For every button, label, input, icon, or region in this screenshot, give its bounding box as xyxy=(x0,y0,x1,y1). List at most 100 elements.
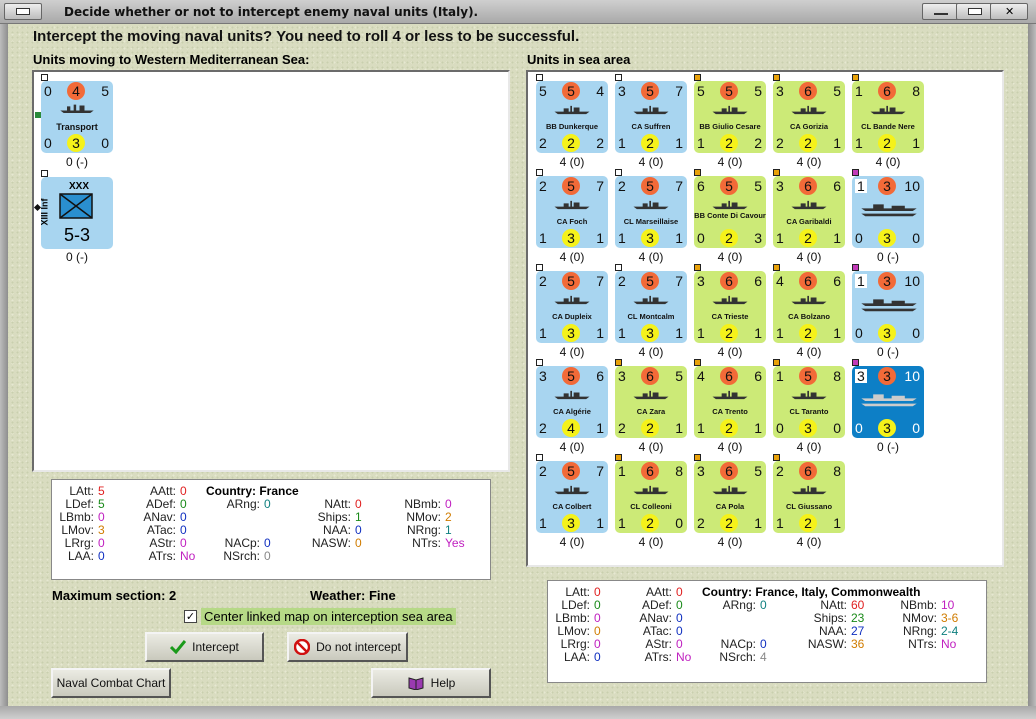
close-button[interactable]: ✕ xyxy=(990,3,1028,20)
defense-value: 3 xyxy=(641,229,659,247)
naval-unit-counter[interactable]: 1 3 10 0 3 0 xyxy=(852,169,924,248)
naval-unit-counter[interactable]: 6 5 5 BB Conte Di Cavour 0 2 3 xyxy=(694,169,766,248)
attack-value: 5 xyxy=(641,272,659,290)
defense-value: 2 xyxy=(720,419,738,437)
naval-unit-counter[interactable]: 3 3 10 0 3 0 xyxy=(852,359,924,438)
naval-unit-counter[interactable]: 3 6 5 CA Zara 2 2 1 xyxy=(615,359,687,438)
counter-bottom-right: 0 xyxy=(833,420,841,436)
naval-unit-counter[interactable]: 4 6 6 CA Bolzano 1 2 1 xyxy=(773,264,845,343)
unit-caption: 4 (0) xyxy=(796,345,822,359)
unit-caption: 4 (0) xyxy=(796,155,822,169)
stat-value-ldef: 5 xyxy=(98,497,105,511)
stat-key-nasw: NASW: xyxy=(807,637,847,651)
nation-badge xyxy=(773,264,780,271)
counter-top-right: 8 xyxy=(675,463,683,479)
defense-value: 2 xyxy=(720,324,738,342)
unit-name: CA Foch xyxy=(556,217,588,226)
nation-badge xyxy=(615,454,622,461)
counter-bottom-right: 1 xyxy=(596,515,604,531)
attack-value: 5 xyxy=(562,462,580,480)
attack-value: 6 xyxy=(720,367,738,385)
stat-key-adef: ADef: xyxy=(641,598,672,612)
naval-unit-counter[interactable]: 4 6 6 CA Trento 1 2 1 xyxy=(694,359,766,438)
infantry-counter[interactable]: XXX XIII Inf 5-3 xyxy=(40,170,113,249)
moving-units-panel[interactable]: 0 4 5 Transport 0 3 0 0 (-) XXX XIII Inf… xyxy=(32,70,510,472)
center-map-checkbox[interactable]: ✓ xyxy=(184,610,197,623)
counter-bottom-left: 2 xyxy=(539,420,547,436)
naval-unit-counter[interactable]: 3 6 6 CA Garibaldi 1 2 1 xyxy=(773,169,845,248)
defense-value: 3 xyxy=(562,324,580,342)
naval-unit-counter[interactable]: 1 3 10 0 3 0 xyxy=(852,264,924,343)
unit-caption: 4 (0) xyxy=(717,535,743,549)
maximum-section: Maximum section: 2 xyxy=(52,588,177,603)
counter-top-left: 0 xyxy=(44,83,52,99)
stat-value-atrs: No xyxy=(180,549,196,563)
counter-top-left: 2 xyxy=(539,463,547,479)
counter-top-left: 1 xyxy=(855,83,863,99)
counter-top-right: 5 xyxy=(675,368,683,384)
naval-unit-counter[interactable]: 1 5 8 CL Taranto 0 3 0 xyxy=(773,359,845,438)
nation-badge xyxy=(694,454,701,461)
naval-unit-counter[interactable]: 2 5 7 CA Foch 1 3 1 xyxy=(536,169,608,248)
naval-unit-counter[interactable]: 3 6 5 CA Gorizia 2 2 1 xyxy=(773,74,845,153)
nation-badge xyxy=(615,359,622,366)
counter-top-right: 6 xyxy=(754,368,762,384)
transport-counter[interactable]: 0 4 5 Transport 0 3 0 xyxy=(41,74,113,153)
maximize-button[interactable] xyxy=(956,3,994,20)
naval-unit-counter[interactable]: 2 5 7 CA Dupleix 1 3 1 xyxy=(536,264,608,343)
unit-name: CL Montcalm xyxy=(627,312,675,321)
counter-bottom-left: 1 xyxy=(618,135,626,151)
do-not-intercept-button[interactable]: Do not intercept xyxy=(287,632,408,662)
minimize-button[interactable] xyxy=(922,3,960,20)
unit-caption: 0 (-) xyxy=(877,440,899,454)
counter-bottom-left: 1 xyxy=(618,515,626,531)
naval-unit-counter[interactable]: 2 5 7 CL Marseillaise 1 3 1 xyxy=(615,169,687,248)
help-button[interactable]: Help xyxy=(371,668,491,698)
stat-value-ntrs: Yes xyxy=(445,536,465,550)
attack-value: 5 xyxy=(562,177,580,195)
counter-top-left: 6 xyxy=(697,178,705,194)
naval-unit-counter[interactable]: 3 6 6 CA Trieste 1 2 1 xyxy=(694,264,766,343)
stat-value-atac: 0 xyxy=(676,624,683,638)
center-map-label[interactable]: Center linked map on interception sea ar… xyxy=(201,608,456,625)
attack-value: 3 xyxy=(878,367,896,385)
naval-combat-chart-button[interactable]: Naval Combat Chart xyxy=(51,668,171,698)
unit-name: CL Marseillaise xyxy=(623,217,679,226)
unit-name: BB Dunkerque xyxy=(545,122,599,131)
stat-value-natt: 60 xyxy=(851,598,865,612)
naval-unit-counter[interactable]: 2 5 7 CA Colbert 1 3 1 xyxy=(536,454,608,533)
defense-value: 3 xyxy=(562,229,580,247)
fleet-icon xyxy=(861,204,917,217)
system-menu-button[interactable] xyxy=(4,3,42,20)
counter-top-left: 3 xyxy=(618,83,626,99)
nation-badge xyxy=(773,169,780,176)
attack-value: 6 xyxy=(720,272,738,290)
stat-key-ships: Ships: xyxy=(317,510,351,524)
naval-unit-counter[interactable]: 3 5 6 CA Algérie 2 4 1 xyxy=(536,359,608,438)
unit-name: CL Taranto xyxy=(789,407,829,416)
warship-icon xyxy=(554,485,590,495)
naval-unit-counter[interactable]: 5 5 5 BB Giulio Cesare 1 2 2 xyxy=(694,74,766,153)
intercept-button[interactable]: Intercept xyxy=(145,632,264,662)
sea-area-panel[interactable]: 5 5 4 BB Dunkerque 2 2 2 4 (0) 3 5 7 CA Suffren 1 2 1 4… xyxy=(526,70,1004,567)
naval-unit-counter[interactable]: 1 6 8 CL Colleoni 1 2 0 xyxy=(615,454,687,533)
counter-top-right: 5 xyxy=(754,83,762,99)
infantry-symbol-icon xyxy=(59,193,93,219)
naval-unit-counter[interactable]: 3 6 5 CA Pola 2 2 1 xyxy=(694,454,766,533)
naval-unit-counter[interactable]: 5 5 4 BB Dunkerque 2 2 2 xyxy=(536,74,608,153)
naval-unit-counter[interactable]: 2 5 7 CL Montcalm 1 3 1 xyxy=(615,264,687,343)
counter-bottom-left: 0 xyxy=(855,325,863,341)
stat-value-nacp: 0 xyxy=(760,637,767,651)
naval-unit-counter[interactable]: 3 5 7 CA Suffren 1 2 1 xyxy=(615,74,687,153)
stat-key-arng: ARng: xyxy=(226,497,260,511)
counter-top-left: 2 xyxy=(618,178,626,194)
stat-key-nbmb: NBmb: xyxy=(404,497,441,511)
attack-value: 6 xyxy=(799,177,817,195)
naval-unit-counter[interactable]: 2 6 8 CL Giussano 1 2 1 xyxy=(773,454,845,533)
stat-value-naa: 0 xyxy=(355,523,362,537)
unit-caption: 4 (0) xyxy=(796,440,822,454)
counter-bottom-right: 1 xyxy=(596,420,604,436)
warship-icon xyxy=(554,390,590,400)
naval-unit-counter[interactable]: 1 6 8 CL Bande Nere 1 2 1 xyxy=(852,74,924,153)
unit-caption: 4 (0) xyxy=(875,155,901,169)
